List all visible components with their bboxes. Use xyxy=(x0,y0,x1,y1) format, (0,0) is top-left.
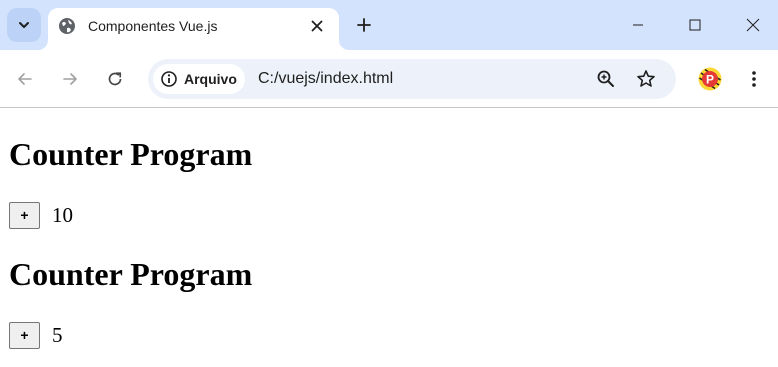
browser-tab[interactable]: Componentes Vue.js xyxy=(48,8,339,50)
counter-row: + 10 xyxy=(9,201,73,229)
maximize-button[interactable] xyxy=(672,6,718,44)
browser-toolbar: Arquivo C:/vuejs/index.html P xyxy=(0,50,778,108)
info-icon xyxy=(161,71,177,87)
close-icon xyxy=(311,20,323,32)
bookmark-button[interactable] xyxy=(634,67,658,91)
avatar-initial: P xyxy=(706,73,714,87)
url-text[interactable]: C:/vuejs/index.html xyxy=(258,69,393,89)
tab-close-button[interactable] xyxy=(307,16,327,36)
security-label: Arquivo xyxy=(184,71,237,87)
counter-heading: Counter Program xyxy=(9,256,253,292)
reload-icon xyxy=(108,72,122,86)
zoom-in-icon xyxy=(597,70,614,87)
globe-icon xyxy=(59,18,75,34)
plus-icon xyxy=(357,18,371,32)
arrow-right-icon xyxy=(63,73,77,85)
minimize-icon xyxy=(633,24,643,26)
increment-button[interactable]: + xyxy=(9,321,40,349)
profile-avatar[interactable]: P xyxy=(698,67,722,91)
browser-menu-button[interactable] xyxy=(742,65,766,93)
tab-search-button[interactable] xyxy=(7,8,41,42)
counter-value: 5 xyxy=(52,323,63,347)
counter-row: + 5 xyxy=(9,321,63,349)
counter-heading: Counter Program xyxy=(9,136,253,172)
address-bar[interactable]: Arquivo C:/vuejs/index.html xyxy=(148,59,676,99)
page-content: Counter Program + 10 Counter Program + 5 xyxy=(0,109,778,367)
star-icon xyxy=(637,70,655,87)
window-close-button[interactable] xyxy=(730,6,776,44)
back-button[interactable] xyxy=(10,64,40,94)
new-tab-button[interactable] xyxy=(351,12,377,38)
minimize-button[interactable] xyxy=(615,6,661,44)
chevron-down-icon xyxy=(19,22,29,28)
counter-value: 10 xyxy=(52,203,73,227)
zoom-button[interactable] xyxy=(594,67,618,91)
counter-component: Counter Program + 10 xyxy=(9,136,253,229)
reload-button[interactable] xyxy=(100,64,130,94)
avatar-icon: P xyxy=(698,67,722,91)
arrow-left-icon xyxy=(18,73,32,85)
forward-button[interactable] xyxy=(55,64,85,94)
increment-button[interactable]: + xyxy=(9,201,40,229)
close-icon xyxy=(746,18,760,32)
site-info-chip[interactable]: Arquivo xyxy=(153,64,245,94)
tab-strip: Componentes Vue.js xyxy=(0,0,778,50)
more-vert-icon xyxy=(752,71,756,87)
maximize-icon xyxy=(689,19,701,31)
counter-component: Counter Program + 5 xyxy=(9,256,253,349)
tab-title: Componentes Vue.js xyxy=(88,18,218,34)
